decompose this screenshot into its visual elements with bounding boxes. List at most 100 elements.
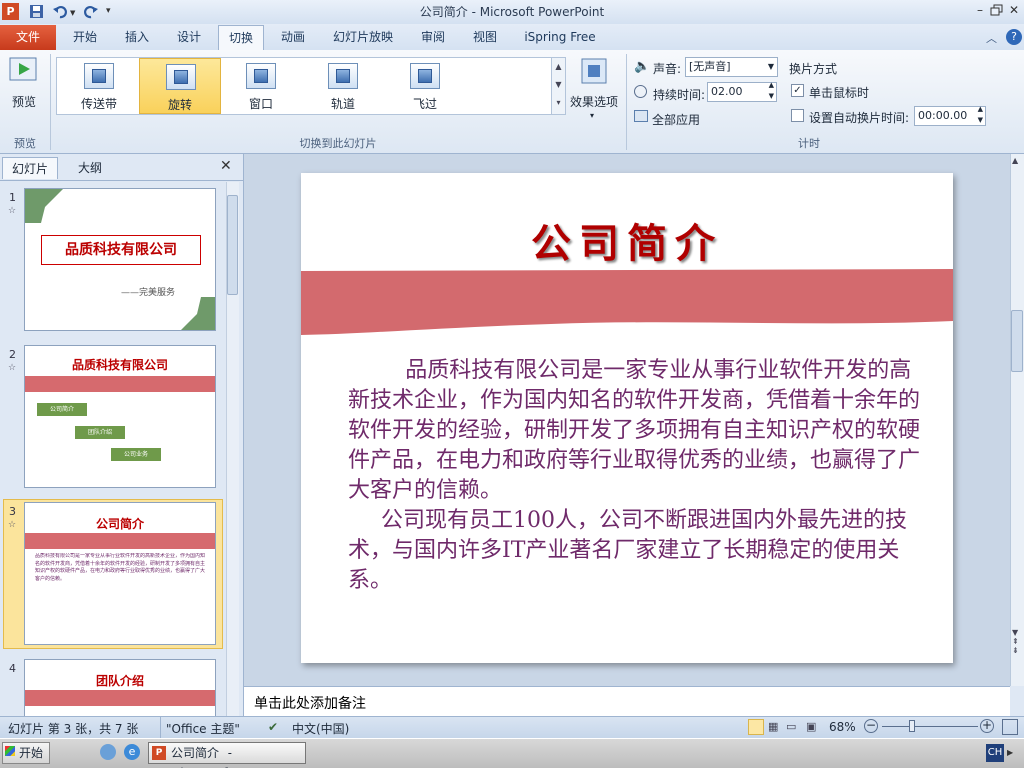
thumbnail-band	[25, 690, 215, 706]
taskbar-task-powerpoint[interactable]: 公司简介 - Microsof...	[148, 742, 306, 768]
undo-icon[interactable]	[52, 3, 69, 20]
preview-button[interactable]: 预览	[0, 93, 48, 110]
help-icon[interactable]: ?	[1006, 29, 1022, 45]
minimize-ribbon-icon[interactable]: ︿	[986, 30, 997, 46]
conveyor-icon	[84, 63, 114, 89]
undo-dropdown-icon[interactable]: ▼	[70, 9, 75, 17]
slide-paragraph: 品质科技有限公司是一家专业从事行业软件开发的高新技术企业，作为国内知名的软件开发…	[348, 358, 921, 503]
spinner-icon[interactable]: ▲ ▼	[769, 80, 774, 102]
tab-home[interactable]: 开始	[62, 25, 108, 50]
redo-icon[interactable]	[82, 3, 99, 20]
tab-outline[interactable]: 大纲	[62, 157, 118, 179]
advance-slide-label: 换片方式	[789, 62, 838, 76]
slide-number: 1	[9, 191, 16, 204]
on-click-checkbox[interactable]: ✓	[791, 84, 804, 97]
tab-slides[interactable]: 幻灯片	[2, 157, 58, 179]
thumbnail-item: 团队介绍	[75, 426, 125, 439]
save-icon[interactable]	[28, 3, 45, 20]
spinner-icon[interactable]: ▲ ▼	[978, 104, 983, 126]
duration-input[interactable]: 02.00 ▲ ▼	[707, 80, 777, 102]
thumbnail-title: 品质科技有限公司	[41, 235, 201, 265]
effect-options-dropdown-icon[interactable]: ▾	[590, 111, 594, 120]
pane-scroll-thumb[interactable]	[227, 195, 238, 295]
spellcheck-icon[interactable]: ✔	[268, 720, 278, 734]
zoom-slider[interactable]	[882, 726, 978, 727]
tab-review[interactable]: 审阅	[412, 25, 454, 50]
slide-count: 幻灯片 第 3 张，共 7 张	[8, 722, 139, 736]
transition-window[interactable]: 窗口	[220, 58, 302, 114]
slide-thumbnail-1[interactable]: 品质科技有限公司 ——完美服务	[24, 188, 216, 331]
status-separator	[160, 716, 161, 738]
slide-body[interactable]: 品质科技有限公司是一家专业从事行业软件开发的高新技术企业，作为国内知名的软件开发…	[348, 356, 928, 596]
reading-view-icon[interactable]: ▭	[786, 720, 796, 733]
tab-animations[interactable]: 动画	[270, 25, 316, 50]
close-pane-icon[interactable]: ✕	[220, 158, 232, 174]
tab-view[interactable]: 视图	[464, 25, 506, 50]
window-icon	[246, 63, 276, 89]
thumbnail-band	[25, 376, 215, 392]
auto-advance-checkbox[interactable]	[791, 109, 804, 122]
ime-indicator[interactable]: CH	[986, 744, 1004, 762]
preview-group-label: 预览	[14, 137, 36, 150]
slide-paragraph: 公司现有员工100人，公司不断跟进国内外最先进的技术，与国内许多IT产业著名厂家…	[348, 508, 907, 593]
customize-qat-icon[interactable]: ▾	[106, 6, 111, 16]
transition-rotate[interactable]: 旋转	[139, 58, 221, 114]
gallery-scroll[interactable]: ▲ ▼ ▾	[551, 58, 565, 114]
quicklaunch-icon[interactable]	[100, 744, 116, 760]
thumbnail-title: 品质科技有限公司	[71, 358, 168, 372]
slide-thumbnail-4[interactable]: 团队介绍	[24, 659, 216, 716]
slide-scrollbar[interactable]	[1010, 154, 1024, 686]
current-slide[interactable]: 公司简介 品质科技有限公司是一家专业从事行业软件开发的高新技术企业，作为国内知名…	[301, 173, 953, 663]
thumbnail-subtitle: ——完美服务	[121, 288, 176, 298]
restore-icon[interactable]	[989, 3, 1005, 18]
tab-slideshow[interactable]: 幻灯片放映	[324, 25, 402, 50]
fit-to-window-icon[interactable]	[1002, 719, 1018, 735]
slide-title[interactable]: 公司简介	[301, 211, 953, 269]
normal-view-icon[interactable]	[748, 719, 764, 735]
effect-options-icon[interactable]	[578, 57, 610, 87]
tab-file[interactable]: 文件	[0, 25, 56, 50]
auto-advance-input[interactable]: 00:00.00 ▲ ▼	[914, 104, 986, 126]
zoom-level[interactable]: 68%	[829, 720, 856, 734]
sound-label: 声音:	[653, 62, 682, 76]
notes-pane[interactable]: 单击此处添加备注	[244, 686, 1010, 716]
fly-through-icon	[410, 63, 440, 89]
language[interactable]: 中文(中国)	[292, 720, 349, 737]
slide-band	[301, 269, 953, 335]
transition-conveyor[interactable]: 传送带	[58, 58, 140, 114]
effect-options-button[interactable]: 效果选项	[566, 93, 622, 110]
powerpoint-icon: P	[152, 746, 166, 760]
tab-ispring[interactable]: iSpring Free	[514, 25, 606, 50]
zoom-out-icon[interactable]: −	[864, 719, 878, 733]
scroll-down-icon[interactable]: ▼ ⇞ ⇟	[1012, 628, 1019, 655]
thumbnail-title: 团队介绍	[95, 674, 144, 688]
zoom-in-icon[interactable]: +	[980, 719, 994, 733]
sorter-view-icon[interactable]: ▦	[768, 720, 778, 733]
tab-insert[interactable]: 插入	[114, 25, 160, 50]
minimize-icon[interactable]: –	[972, 3, 988, 18]
ime-arrow-icon[interactable]: ▶	[1007, 748, 1013, 757]
sound-select[interactable]: [无声音] ▼	[685, 57, 778, 77]
slideshow-view-icon[interactable]: ▣	[806, 720, 816, 733]
transition-star-icon: ☆	[8, 363, 17, 373]
slide-thumbnail-2[interactable]: 品质科技有限公司 公司简介 团队介绍 公司业务	[24, 345, 216, 488]
transition-orbit[interactable]: 轨道	[302, 58, 384, 114]
thumbnail-item: 公司业务	[111, 448, 161, 461]
apply-all-icon	[634, 110, 648, 122]
clock-icon	[634, 85, 647, 98]
tab-transitions[interactable]: 切换	[218, 25, 264, 50]
transition-star-icon: ☆	[8, 206, 17, 216]
scroll-up-icon[interactable]: ▲	[1012, 156, 1018, 165]
slide-scroll-thumb[interactable]	[1011, 310, 1023, 372]
apply-all-button[interactable]: 全部应用	[652, 111, 700, 128]
powerpoint-logo-icon[interactable]: P	[2, 3, 19, 20]
tab-design[interactable]: 设计	[166, 25, 212, 50]
preview-icon[interactable]	[6, 56, 42, 86]
thumbnail-body: 品质科技有限公司是一家专业从事行业软件开发的高新技术企业，作为国内知名的软件开发…	[35, 553, 206, 582]
zoom-slider-thumb[interactable]	[909, 720, 915, 732]
close-icon[interactable]: ✕	[1006, 3, 1022, 18]
slide-thumbnail-3[interactable]: 公司简介 品质科技有限公司是一家专业从事行业软件开发的高新技术企业，作为国内知名…	[24, 502, 216, 645]
ie-icon[interactable]: e	[124, 744, 140, 760]
notes-placeholder: 单击此处添加备注	[254, 696, 366, 712]
transition-fly-through[interactable]: 飞过	[384, 58, 466, 114]
